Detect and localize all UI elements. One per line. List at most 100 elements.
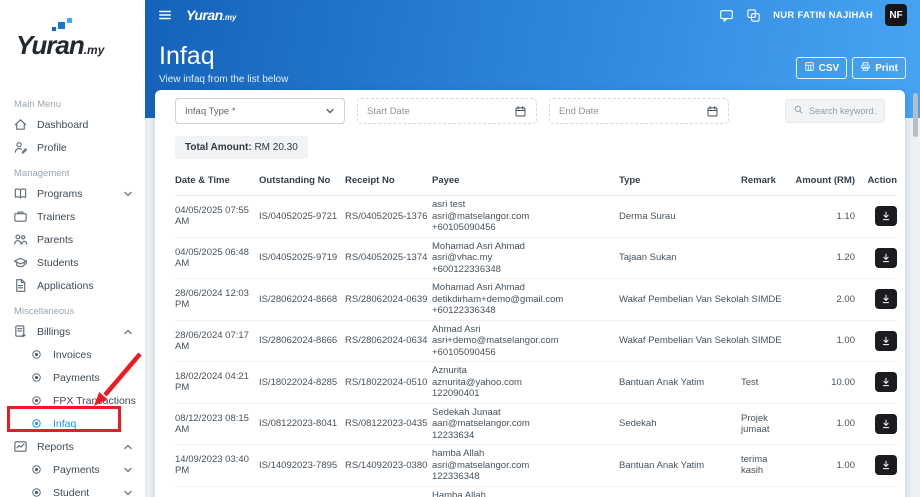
table-row: 15/08/2023 08:21 PM IS/15082023-7853 RS/… [175, 487, 897, 497]
sidebar-item-trainers[interactable]: Trainers [0, 205, 145, 228]
chevron-down-icon [123, 488, 133, 497]
sidebar-section-miscellaneous: Miscellaneous [0, 297, 145, 320]
payee-name: Mohamad Asri Ahmad [432, 282, 615, 294]
sidebar-item-invoices[interactable]: Invoices [0, 343, 145, 366]
cell-receipt-no: RS/04052025-1376 [345, 211, 428, 222]
cell-type: Bantuan Anak Yatim [619, 377, 737, 388]
sidebar-item-fpx-transactions[interactable]: FPX Transactions [0, 389, 145, 412]
download-button[interactable] [875, 331, 897, 351]
radio-icon [28, 393, 44, 408]
cell-amount: 1.20 [793, 252, 855, 263]
hamburger-icon[interactable] [158, 8, 172, 22]
file-icon [12, 278, 28, 293]
csv-button-label: CSV [819, 63, 840, 74]
cell-type: Derma Surau [619, 211, 737, 222]
table-row: 14/09/2023 03:40 PM IS/14092023-7895 RS/… [175, 445, 897, 487]
sidebar-item-label: Invoices [53, 349, 92, 361]
sidebar-item-students[interactable]: Students [0, 251, 145, 274]
cell-outstanding-no: IS/08122023-8041 [259, 418, 341, 429]
payee-name: hamba Allah [432, 448, 615, 460]
sidebar-item-label: Profile [37, 142, 67, 154]
cell-action [859, 248, 897, 268]
sidebar-item-profile[interactable]: Profile [0, 136, 145, 159]
summary-row: Total Amount: RM 20.30 [155, 124, 905, 159]
sidebar-item-label: Student [53, 487, 89, 497]
cell-payee: Hamba Allah asri+hamba@matselangor.com 1… [432, 490, 615, 497]
cell-amount: 1.00 [793, 418, 855, 429]
csv-button[interactable]: CSV [796, 57, 848, 79]
sidebar-item-label: Parents [37, 234, 73, 246]
payee-phone: +60122336348 [432, 305, 615, 317]
sidebar-item-reports[interactable]: Reports [0, 435, 145, 458]
payee-name: asri test [432, 199, 615, 211]
download-button[interactable] [875, 206, 897, 226]
cell-outstanding-no: IS/14092023-7895 [259, 460, 341, 471]
end-date-field[interactable]: End Date [549, 98, 729, 124]
sidebar-item-label: Billings [37, 326, 70, 338]
table-body: 04/05/2025 07:55 AM IS/04052025-9721 RS/… [175, 196, 897, 497]
total-amount-value: RM 20.30 [254, 142, 297, 153]
start-date-placeholder: Start Date [367, 106, 410, 117]
sidebar-item-infaq[interactable]: Infaq [0, 412, 145, 435]
avatar[interactable]: NF [885, 4, 907, 26]
cell-payee: Mohamad Asri Ahmad asri@vhac.my +6001223… [432, 241, 615, 276]
sidebar-item-label: Dashboard [37, 119, 88, 131]
sidebar-item-reports-payments[interactable]: Payments [0, 458, 145, 481]
radio-icon [28, 347, 44, 362]
col-header-amount: Amount (RM) [793, 175, 855, 186]
cell-datetime: 04/05/2025 06:48 AM [175, 247, 255, 269]
sidebar-item-label: Trainers [37, 211, 75, 223]
end-date-placeholder: End Date [559, 106, 599, 117]
cell-payee: hamba Allah asri@matselangor.com 1223363… [432, 448, 615, 483]
radio-icon [28, 485, 44, 497]
cell-datetime: 28/06/2024 07:17 AM [175, 330, 255, 352]
main-area: Yuran.my NUR FATIN NAJIHAH NF Infaq View… [145, 0, 920, 497]
page-title: Infaq [159, 42, 906, 71]
cell-receipt-no: RS/04052025-1374 [345, 252, 428, 263]
cell-receipt-no: RS/14092023-0380 [345, 460, 428, 471]
sidebar: Yuran.my Main Menu Dashboard Profile Man… [0, 0, 145, 497]
payee-phone: 122336348 [432, 471, 615, 483]
col-header-datetime: Date & Time [175, 175, 255, 186]
sidebar-item-billings[interactable]: Billings [0, 320, 145, 343]
cell-remark: terima kasih [741, 454, 789, 476]
sidebar-item-applications[interactable]: Applications [0, 274, 145, 297]
sidebar-item-dashboard[interactable]: Dashboard [0, 113, 145, 136]
print-button[interactable]: Print [852, 57, 906, 79]
filter-bar: Infaq Type * Start Date End Date [155, 90, 905, 124]
payee-phone: +60105090456 [432, 222, 615, 234]
calendar-icon [706, 105, 719, 118]
chat-icon[interactable] [719, 8, 734, 23]
cell-amount: 1.10 [793, 211, 855, 222]
sidebar-item-parents[interactable]: Parents [0, 228, 145, 251]
download-button[interactable] [875, 372, 897, 392]
infaq-table: Date & Time Outstanding No Receipt No Pa… [175, 169, 897, 497]
sidebar-item-payments[interactable]: Payments [0, 366, 145, 389]
cell-receipt-no: RS/28062024-0634 [345, 335, 428, 346]
start-date-field[interactable]: Start Date [357, 98, 537, 124]
payee-email: asri@matselangor.com [432, 460, 615, 472]
download-button[interactable] [875, 248, 897, 268]
download-button[interactable] [875, 289, 897, 309]
search-input[interactable] [809, 106, 877, 116]
scrollbar-thumb[interactable] [913, 93, 918, 137]
sidebar-item-programs[interactable]: Programs [0, 182, 145, 205]
cell-amount: 10.00 [793, 377, 855, 388]
home-icon [12, 117, 28, 132]
reports-submenu: Payments Student [0, 458, 145, 497]
payee-name: Aznurita [432, 365, 615, 377]
page-subtitle: View infaq from the list below [159, 74, 906, 85]
cell-outstanding-no: IS/18022024-8285 [259, 377, 341, 388]
chevron-up-icon [123, 442, 133, 452]
receipt-icon [12, 324, 28, 339]
sidebar-item-reports-student[interactable]: Student [0, 481, 145, 497]
download-button[interactable] [875, 455, 897, 475]
people-icon [12, 232, 28, 247]
table-row: 08/12/2023 08:15 AM IS/08122023-8041 RS/… [175, 404, 897, 446]
cell-action [859, 289, 897, 309]
sidebar-section-main-menu: Main Menu [0, 90, 145, 113]
infaq-type-select[interactable]: Infaq Type * [175, 98, 345, 124]
translate-icon[interactable] [746, 8, 761, 23]
download-button[interactable] [875, 414, 897, 434]
payee-name: Sedekah Junaat [432, 407, 615, 419]
